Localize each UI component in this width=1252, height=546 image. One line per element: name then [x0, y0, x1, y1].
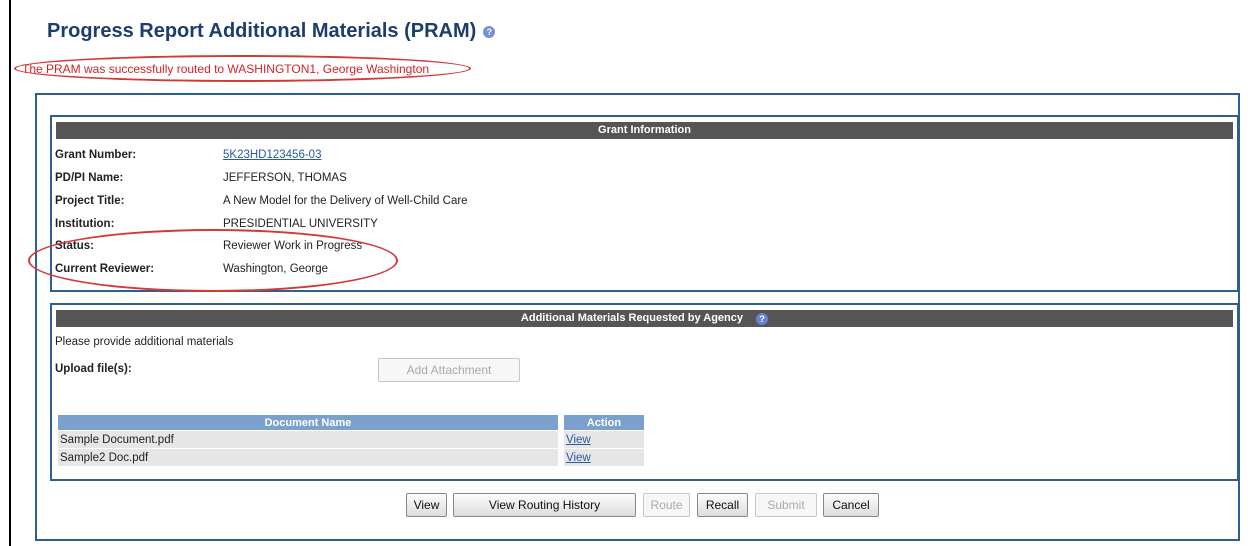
- table-row: Sample2 Doc.pdf View: [58, 448, 644, 466]
- action-cell: View: [564, 430, 644, 448]
- additional-materials-title: Additional Materials Requested by Agency: [520, 312, 744, 324]
- status-highlight-oval: [28, 229, 398, 292]
- page-title: Progress Report Additional Materials (PR…: [47, 20, 477, 42]
- table-header-row: Document Name Action: [58, 415, 644, 430]
- upload-files-label: Upload file(s):: [55, 363, 132, 375]
- grant-information-header: Grant Information: [56, 122, 1233, 139]
- institution-label: Institution:: [55, 218, 115, 230]
- documents-table: Document Name Action Sample Document.pdf…: [58, 415, 644, 466]
- action-cell: View: [564, 448, 644, 466]
- project-title-label: Project Title:: [55, 195, 125, 207]
- action-button-bar: View View Routing History Route Recall S…: [0, 493, 1252, 517]
- document-name-cell: Sample Document.pdf: [58, 430, 558, 448]
- pdpi-name-label: PD/PI Name:: [55, 172, 124, 184]
- additional-materials-panel: Additional Materials Requested by Agency…: [50, 303, 1239, 481]
- document-name-cell: Sample2 Doc.pdf: [58, 448, 558, 466]
- add-attachment-button[interactable]: Add Attachment: [378, 358, 520, 382]
- grant-number-link[interactable]: 5K23HD123456-03: [223, 146, 321, 164]
- instructions-text: Please provide additional materials: [55, 336, 234, 348]
- submit-button[interactable]: Submit: [755, 493, 817, 517]
- document-name-column-header: Document Name: [58, 415, 558, 430]
- view-document-link[interactable]: View: [566, 434, 591, 446]
- recall-button[interactable]: Recall: [697, 493, 748, 517]
- left-border-rule: [9, 0, 11, 546]
- cancel-button[interactable]: Cancel: [823, 493, 879, 517]
- action-column-header: Action: [564, 415, 644, 430]
- grant-number-label: Grant Number:: [55, 149, 137, 161]
- table-row: Sample Document.pdf View: [58, 430, 644, 448]
- help-icon[interactable]: ?: [756, 313, 769, 325]
- page-header: Progress Report Additional Materials (PR…: [47, 20, 496, 43]
- success-message: The PRAM was successfully routed to WASH…: [22, 62, 430, 76]
- route-button[interactable]: Route: [643, 493, 690, 517]
- view-button[interactable]: View: [406, 493, 447, 517]
- pdpi-name-value: JEFFERSON, THOMAS: [223, 172, 347, 184]
- view-document-link[interactable]: View: [566, 452, 591, 464]
- additional-materials-header: Additional Materials Requested by Agency…: [56, 310, 1233, 327]
- view-routing-history-button[interactable]: View Routing History: [453, 493, 636, 517]
- project-title-value: A New Model for the Delivery of Well-Chi…: [223, 195, 468, 207]
- help-icon[interactable]: ?: [483, 25, 496, 38]
